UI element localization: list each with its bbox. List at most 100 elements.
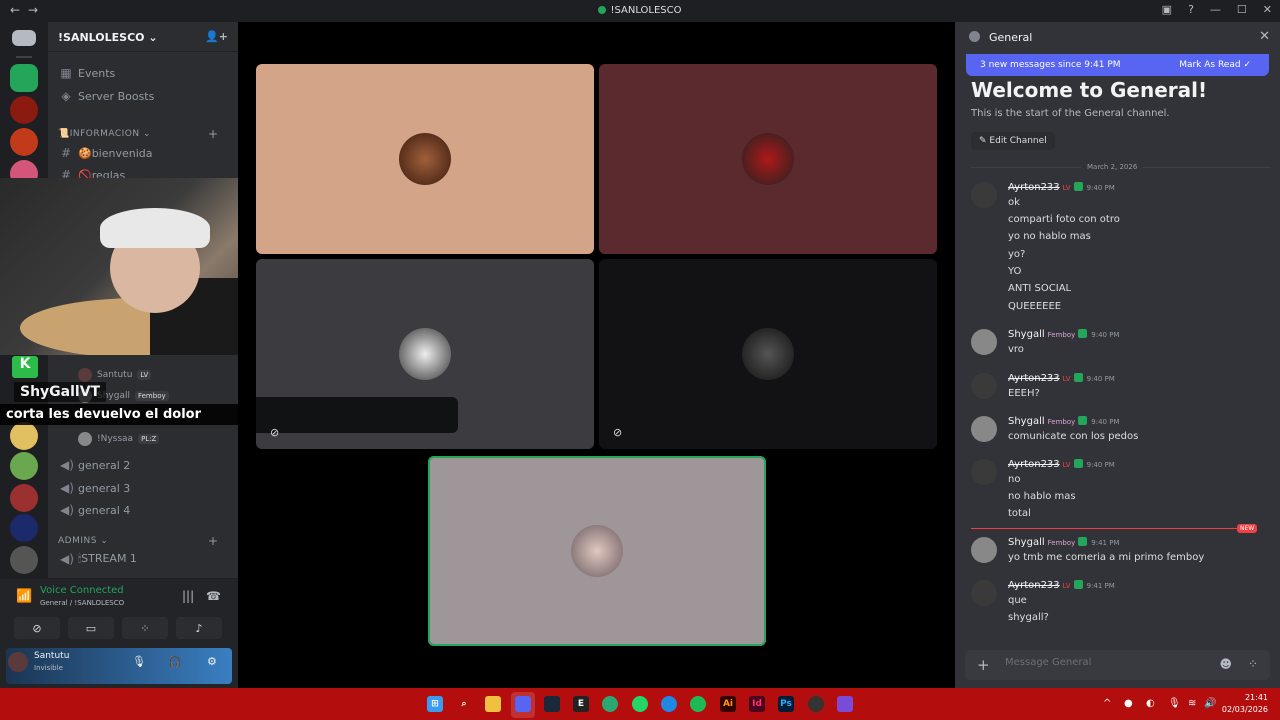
participant-tile[interactable]: ⊘	[256, 259, 594, 449]
apps-icon[interactable]: ⁘	[1248, 657, 1258, 671]
inbox-icon[interactable]: ▣	[1162, 3, 1172, 16]
wifi-icon[interactable]: ≋	[1188, 698, 1196, 709]
message-input[interactable]	[1005, 657, 1205, 668]
headphones-icon[interactable]: 🎧	[168, 655, 182, 668]
obs-icon[interactable]	[808, 696, 824, 712]
voice-channel-general-2[interactable]: ◀) general 2	[56, 455, 130, 475]
attach-icon[interactable]: +	[977, 656, 990, 674]
invite-icon[interactable]: 👤+	[205, 30, 228, 43]
voice-channel-general-3[interactable]: ◀) general 3	[56, 478, 130, 498]
volume-icon[interactable]: 🔊	[1204, 698, 1216, 709]
app-icon[interactable]	[837, 696, 853, 712]
server-icon[interactable]	[10, 96, 38, 124]
microphone-icon[interactable]: 🎙	[132, 655, 146, 668]
server-icon[interactable]	[10, 484, 38, 512]
participant-tile[interactable]: ⊘	[599, 259, 937, 449]
disconnect-icon[interactable]: ☎	[206, 589, 221, 603]
search-icon[interactable]: ⌕	[456, 696, 472, 712]
edit-channel-button[interactable]: ✎ Edit Channel	[971, 132, 1055, 150]
signal-icon[interactable]: 📶	[16, 589, 32, 604]
participant-tile[interactable]	[256, 64, 594, 254]
channel-bienvenida[interactable]: # 🍪bienvenida	[56, 143, 153, 163]
message-group[interactable]: Ayrton233 LV 9:40 PM EEEH?	[971, 373, 1271, 403]
soundboard-button[interactable]: ♪	[176, 617, 222, 639]
avatar[interactable]	[971, 373, 997, 399]
mark-as-read-button[interactable]: Mark As Read ✓	[1179, 60, 1251, 70]
message-group[interactable]: Ayrton233 LV 9:40 PM ok comparti foto con …	[971, 182, 1271, 322]
system-clock[interactable]: 21:41 02/03/2026	[1222, 692, 1268, 716]
server-icon-active[interactable]	[10, 64, 38, 92]
category-informacion[interactable]: 📜INFORMACION ⌄ +	[58, 127, 218, 141]
screen-share-button[interactable]: ▭	[68, 617, 114, 639]
server-boosts-item[interactable]: ◈ Server Boosts	[56, 86, 154, 106]
voice-channel-stream-1[interactable]: ◀) 🕯STREAM 1	[56, 549, 137, 569]
server-icon[interactable]	[10, 452, 38, 480]
message-group[interactable]: Ayrton233 LV 9:40 PM no no hablo mas total	[971, 459, 1271, 519]
author-name[interactable]: Ayrton233	[1008, 580, 1060, 591]
author-name[interactable]: Ayrton233	[1008, 182, 1060, 193]
emoji-icon[interactable]: ☻	[1219, 657, 1232, 671]
avatar[interactable]	[971, 580, 997, 606]
voice-user[interactable]: Santutu LV	[78, 368, 152, 382]
discord-home-icon[interactable]	[12, 30, 36, 46]
tray-app-icon[interactable]: ●	[1124, 698, 1133, 709]
avatar[interactable]	[971, 416, 997, 442]
message-group[interactable]: Shygall Femboy 9:40 PM vro	[971, 329, 1271, 359]
author-name[interactable]: Shygall	[1008, 329, 1045, 340]
edge-browser-icon[interactable]	[602, 696, 618, 712]
help-icon[interactable]: ?	[1188, 3, 1194, 16]
windows-start-icon[interactable]: ⊞	[427, 696, 443, 712]
author-name[interactable]: Ayrton233	[1008, 373, 1060, 384]
participant-tile-speaking[interactable]	[428, 456, 766, 646]
noise-suppression-icon[interactable]: |||	[182, 589, 194, 603]
tray-microphone-icon[interactable]: 🎙	[1168, 698, 1181, 709]
maximize-button[interactable]: ☐	[1237, 3, 1247, 16]
participant-avatar	[742, 133, 794, 185]
spotify-icon[interactable]	[690, 696, 706, 712]
indesign-icon[interactable]: Id	[749, 696, 765, 712]
player-icon[interactable]	[661, 696, 677, 712]
minimize-button[interactable]: —	[1210, 3, 1221, 16]
add-channel-icon[interactable]: +	[208, 534, 219, 548]
activities-button[interactable]: ⁘	[122, 617, 168, 639]
participant-tile[interactable]	[599, 64, 937, 254]
category-admins[interactable]: ADMINS ⌄ +	[58, 534, 218, 548]
message-group[interactable]: Ayrton233 LV 9:41 PM que shygall?	[971, 580, 1271, 625]
file-explorer-icon[interactable]	[485, 696, 501, 712]
settings-icon[interactable]: ⚙	[207, 655, 217, 668]
user-avatar[interactable]	[8, 652, 28, 672]
message-group[interactable]: Shygall Femboy 9:41 PM yo tmb me comeria a…	[971, 537, 1271, 567]
steam-icon[interactable]	[544, 696, 560, 712]
server-icon[interactable]	[10, 422, 38, 450]
author-name[interactable]: Ayrton233	[1008, 459, 1060, 470]
avatar[interactable]	[971, 459, 997, 485]
new-messages-bar[interactable]: 3 new messages since 9:41 PM Mark As Rea…	[966, 54, 1269, 76]
avatar[interactable]	[971, 182, 997, 208]
server-icon[interactable]	[10, 514, 38, 542]
illustrator-icon[interactable]: Ai	[720, 696, 736, 712]
photoshop-icon[interactable]: Ps	[778, 696, 794, 712]
voice-user[interactable]: !Nyssaa PL:Z	[78, 432, 160, 446]
server-icon[interactable]	[10, 546, 38, 574]
voice-channel-general-4[interactable]: ◀) general 4	[56, 500, 130, 520]
author-name[interactable]: Shygall	[1008, 416, 1045, 427]
tray-expand-icon[interactable]: ^	[1103, 698, 1111, 709]
voice-status[interactable]: Voice Connected	[40, 585, 124, 596]
whatsapp-icon[interactable]	[632, 696, 648, 712]
author-name[interactable]: Shygall	[1008, 537, 1045, 548]
voice-location[interactable]: General / !SANLOLESCO	[40, 599, 124, 607]
server-header[interactable]: !SANLOLESCO ⌄ 👤+	[48, 22, 238, 52]
user-name[interactable]: Santutu	[34, 651, 69, 661]
avatar[interactable]	[971, 537, 997, 563]
discord-icon[interactable]	[515, 696, 531, 712]
add-channel-icon[interactable]: +	[208, 127, 219, 141]
events-item[interactable]: ▦ Events	[56, 63, 115, 83]
close-button[interactable]: ✕	[1263, 3, 1272, 16]
camera-button[interactable]: ⊘	[14, 617, 60, 639]
message-group[interactable]: Shygall Femboy 9:40 PM comunicate con los …	[971, 416, 1271, 446]
avatar[interactable]	[971, 329, 997, 355]
tray-edge-icon[interactable]: ◐	[1146, 698, 1155, 709]
close-icon[interactable]: ✕	[1259, 29, 1270, 44]
epic-games-icon[interactable]: E	[573, 696, 589, 712]
server-icon[interactable]	[10, 128, 38, 156]
